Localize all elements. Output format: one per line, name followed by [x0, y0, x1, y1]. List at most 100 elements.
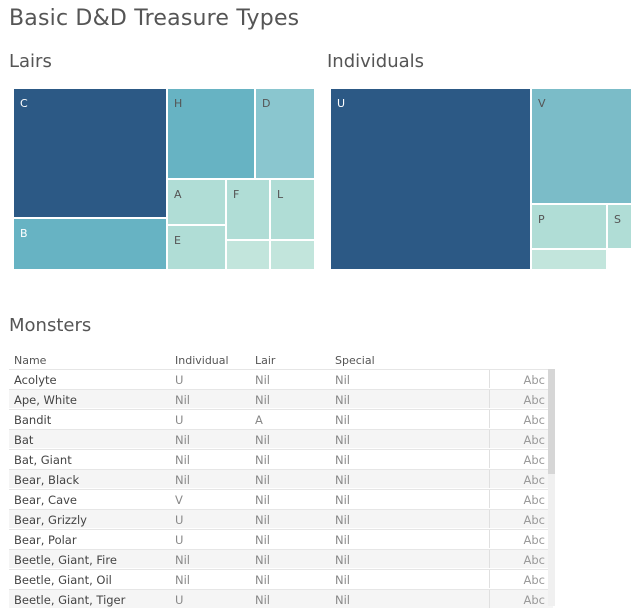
table-row[interactable]: Bear, Grizzly U Nil Nil Abc: [9, 509, 553, 528]
abc-placeholder-cell: Abc: [523, 433, 546, 447]
abc-placeholder-cell: Abc: [523, 393, 546, 407]
lair-cell: Nil: [255, 533, 270, 547]
individuals-tile[interactable]: S: [607, 204, 632, 249]
column-divider: [489, 390, 490, 408]
table-row[interactable]: Bear, Polar U Nil Nil Abc: [9, 529, 553, 548]
special-cell: Nil: [335, 473, 350, 487]
column-divider: [489, 590, 490, 608]
lairs-tile[interactable]: E: [167, 225, 226, 270]
lairs-tile[interactable]: F: [226, 179, 270, 240]
table-row[interactable]: Bat, Giant Nil Nil Nil Abc: [9, 449, 553, 468]
column-divider: [489, 490, 490, 508]
column-divider: [489, 570, 490, 588]
lairs-tile[interactable]: [226, 240, 270, 270]
special-cell: Nil: [335, 413, 350, 427]
lairs-heading: Lairs: [9, 51, 52, 72]
monster-name-cell: Beetle, Giant, Oil: [14, 573, 112, 587]
individual-cell: V: [175, 493, 183, 507]
table-row[interactable]: Beetle, Giant, Tiger U Nil Nil Abc: [9, 589, 553, 608]
table-row[interactable]: Bear, Cave V Nil Nil Abc: [9, 489, 553, 508]
monster-name-cell: Bear, Cave: [14, 493, 78, 507]
individuals-tile[interactable]: V: [531, 88, 632, 204]
individuals-tile[interactable]: [531, 249, 607, 270]
abc-placeholder-cell: Abc: [523, 413, 546, 427]
individual-cell: U: [175, 513, 184, 527]
table-row[interactable]: Acolyte U Nil Nil Abc: [9, 369, 553, 388]
lairs-tile[interactable]: B: [13, 218, 167, 270]
lair-cell: Nil: [255, 593, 270, 607]
table-row[interactable]: Bat Nil Nil Nil Abc: [9, 429, 553, 448]
abc-placeholder-cell: Abc: [523, 553, 546, 567]
page-title: Basic D&D Treasure Types: [9, 6, 300, 31]
individual-cell: U: [175, 533, 184, 547]
lairs-tile[interactable]: L: [270, 179, 315, 240]
lairs-tile[interactable]: C: [13, 88, 167, 218]
special-cell: Nil: [335, 573, 350, 587]
lairs-tile-label: C: [20, 97, 28, 110]
individuals-treemap: U V P S: [330, 88, 632, 270]
table-row[interactable]: Bandit U A Nil Abc: [9, 409, 553, 428]
abc-placeholder-cell: Abc: [523, 513, 546, 527]
table-row[interactable]: Beetle, Giant, Fire Nil Nil Nil Abc: [9, 549, 553, 568]
monster-name-cell: Bat: [14, 433, 34, 447]
individuals-heading: Individuals: [327, 51, 425, 72]
individual-cell: U: [175, 373, 184, 387]
individuals-tile[interactable]: U: [330, 88, 531, 270]
lair-cell: Nil: [255, 473, 270, 487]
lairs-treemap: C B H D A E F L: [13, 88, 315, 270]
special-cell: Nil: [335, 373, 350, 387]
individual-cell: Nil: [175, 573, 190, 587]
lairs-tile-label: B: [20, 227, 28, 240]
column-divider: [489, 370, 490, 388]
abc-placeholder-cell: Abc: [523, 593, 546, 607]
individual-cell: Nil: [175, 433, 190, 447]
column-divider: [489, 430, 490, 448]
lairs-tile-label: L: [277, 188, 284, 201]
monster-name-cell: Bandit: [14, 413, 52, 427]
column-header-name[interactable]: Name: [14, 354, 46, 367]
lairs-tile[interactable]: A: [167, 179, 226, 225]
lair-cell: Nil: [255, 393, 270, 407]
individual-cell: Nil: [175, 393, 190, 407]
individual-cell: Nil: [175, 453, 190, 467]
table-scrollbar[interactable]: [548, 369, 555, 606]
individual-cell: Nil: [175, 473, 190, 487]
table-row[interactable]: Beetle, Giant, Oil Nil Nil Nil Abc: [9, 569, 553, 588]
lairs-tile-label: D: [262, 97, 271, 110]
lairs-tile[interactable]: H: [167, 88, 255, 179]
individuals-tile-label: U: [337, 97, 346, 110]
column-header-special[interactable]: Special: [335, 354, 375, 367]
abc-placeholder-cell: Abc: [523, 453, 546, 467]
special-cell: Nil: [335, 533, 350, 547]
monster-name-cell: Acolyte: [14, 373, 57, 387]
special-cell: Nil: [335, 593, 350, 607]
abc-placeholder-cell: Abc: [523, 533, 546, 547]
scrollbar-thumb[interactable]: [548, 369, 555, 474]
lair-cell: A: [255, 413, 263, 427]
individuals-tile-label: S: [614, 213, 621, 226]
monster-name-cell: Ape, White: [14, 393, 77, 407]
table-row[interactable]: Ape, White Nil Nil Nil Abc: [9, 389, 553, 408]
lairs-tile-label: H: [174, 97, 183, 110]
table-row[interactable]: Bear, Black Nil Nil Nil Abc: [9, 469, 553, 488]
lairs-tile[interactable]: D: [255, 88, 315, 179]
individuals-tile-label: P: [538, 213, 545, 226]
individuals-tile[interactable]: P: [531, 204, 607, 249]
abc-placeholder-cell: Abc: [523, 493, 546, 507]
column-header-lair[interactable]: Lair: [255, 354, 275, 367]
column-header-individual[interactable]: Individual: [175, 354, 229, 367]
lairs-tile-label: E: [174, 234, 181, 247]
monster-name-cell: Bear, Polar: [14, 533, 77, 547]
column-divider: [489, 410, 490, 428]
special-cell: Nil: [335, 493, 350, 507]
lair-cell: Nil: [255, 553, 270, 567]
special-cell: Nil: [335, 513, 350, 527]
monster-name-cell: Bear, Grizzly: [14, 513, 87, 527]
monster-name-cell: Bat, Giant: [14, 453, 72, 467]
column-divider: [489, 450, 490, 468]
lair-cell: Nil: [255, 513, 270, 527]
column-divider: [489, 470, 490, 488]
individual-cell: U: [175, 593, 184, 607]
monster-name-cell: Beetle, Giant, Fire: [14, 553, 117, 567]
lairs-tile[interactable]: [270, 240, 315, 270]
